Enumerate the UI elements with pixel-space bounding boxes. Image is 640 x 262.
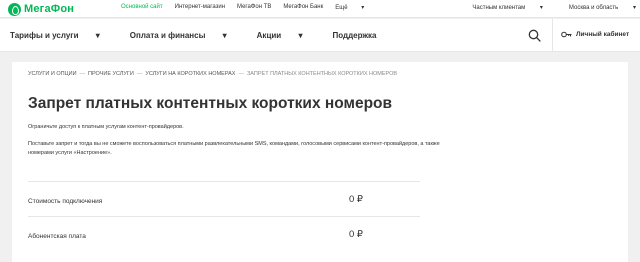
price-label: Абонентская плата — [28, 233, 86, 240]
chevron-down-icon: ▾ — [632, 5, 636, 11]
chevron-down-icon: ▾ — [539, 5, 543, 11]
price-value: 0 ₽ — [349, 229, 363, 240]
nav-divider — [552, 19, 553, 52]
breadcrumb: Услуги и опции — Прочие услуги — Услуги … — [28, 71, 397, 77]
price-label: Стоимость подключения — [28, 198, 103, 205]
logo-text: МегаФон — [24, 3, 75, 15]
search-icon[interactable] — [528, 29, 541, 42]
top-link-more[interactable]: Ещё ▾ — [335, 4, 376, 11]
breadcrumb-item[interactable]: Прочие услуги — [88, 71, 134, 77]
breadcrumb-separator: — — [79, 71, 86, 77]
page-description-details: Поставьте запрет и тогда вы не сможете в… — [28, 141, 440, 156]
chevron-down-icon: ▾ — [222, 31, 227, 40]
top-link-shop[interactable]: Интернет-магазин — [175, 4, 225, 11]
top-bar: МегаФон Основной сайт Интернет-магазин М… — [0, 0, 640, 18]
chevron-down-icon: ▾ — [298, 31, 303, 40]
breadcrumb-item[interactable]: Услуги на коротких номерах — [145, 71, 235, 77]
nav-item-promos[interactable]: Акции ▾ — [257, 31, 318, 40]
nav-item-tariffs[interactable]: Тарифы и услуги ▾ — [10, 31, 115, 40]
price-row: Абонентская плата 0 ₽ — [28, 216, 420, 251]
nav-item-payments[interactable]: Оплата и финансы ▾ — [130, 31, 242, 40]
price-row: Стоимость подключения 0 ₽ — [28, 181, 420, 216]
breadcrumb-separator: — — [238, 71, 244, 77]
top-link-main-site[interactable]: Основной сайт — [121, 4, 163, 11]
top-link-bank[interactable]: МегаФон Банк — [283, 4, 323, 11]
region-select[interactable]: Москва и область ▾ — [556, 4, 636, 11]
top-link-tv[interactable]: МегаФон ТВ — [237, 4, 271, 11]
price-value: 0 ₽ — [349, 194, 363, 205]
main-nav: Тарифы и услуги ▾ Оплата и финансы ▾ Акц… — [0, 19, 640, 52]
audience-select[interactable]: Частным клиентам ▾ — [459, 4, 543, 11]
top-links: Основной сайт Интернет-магазин МегаФон Т… — [121, 4, 388, 11]
breadcrumb-separator: — — [136, 71, 143, 77]
page-description: Ограничьте доступ к платным услугам конт… — [28, 124, 184, 130]
nav-item-support[interactable]: Поддержка — [332, 31, 376, 40]
chevron-down-icon: ▾ — [361, 5, 365, 11]
content-card: Услуги и опции — Прочие услуги — Услуги … — [12, 62, 628, 262]
personal-account-label: Личный кабинет — [576, 31, 630, 38]
page-title: Запрет платных контентных коротких номер… — [28, 95, 393, 112]
personal-account-button[interactable]: Личный кабинет — [561, 31, 629, 38]
logo[interactable]: МегаФон — [8, 2, 74, 16]
key-icon — [561, 31, 572, 38]
top-right: Частным клиентам ▾ Москва и область ▾ — [446, 4, 636, 11]
chevron-down-icon: ▾ — [95, 31, 100, 40]
megafon-logo-icon — [8, 2, 21, 16]
breadcrumb-item[interactable]: Услуги и опции — [28, 71, 77, 77]
nav-items: Тарифы и услуги ▾ Оплата и финансы ▾ Акц… — [10, 31, 392, 40]
breadcrumb-current: Запрет платных контентных коротких номер… — [246, 71, 398, 77]
